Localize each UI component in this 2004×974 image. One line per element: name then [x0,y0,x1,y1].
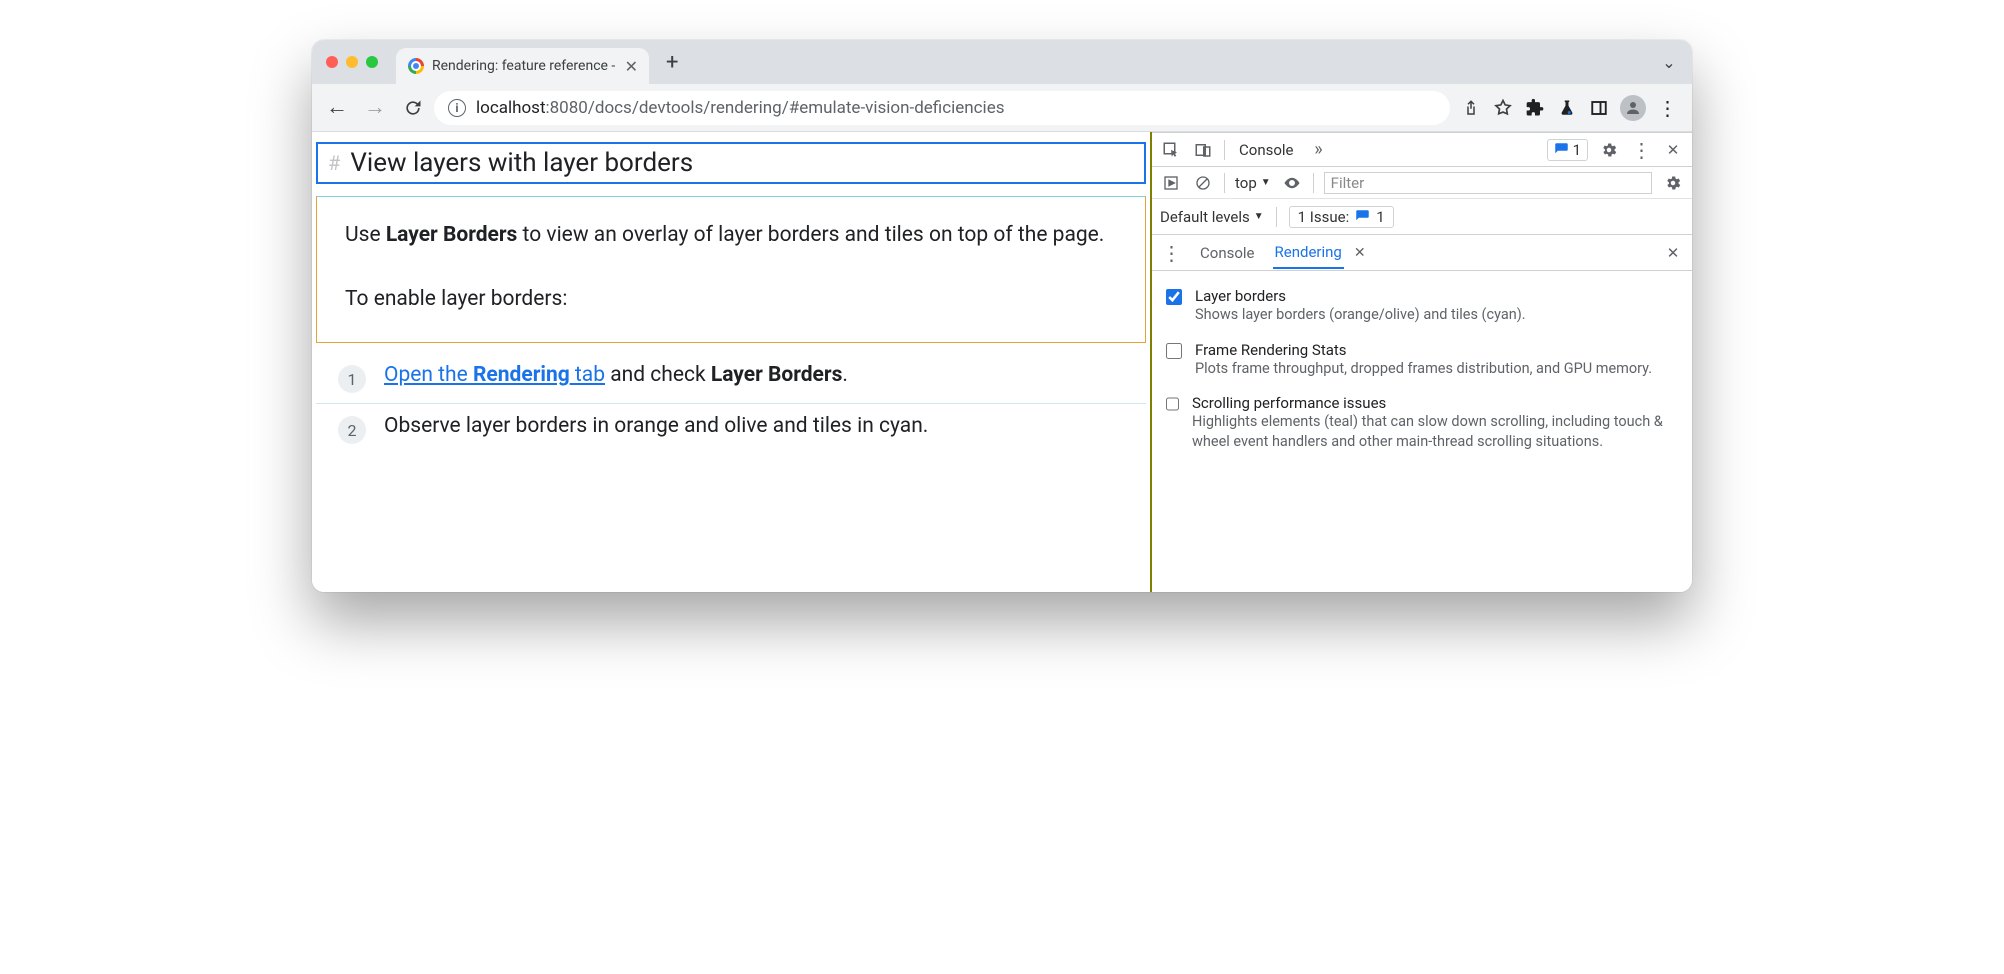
step-number: 1 [338,365,366,393]
option-scroll-perf: Scrolling performance issues Highlights … [1162,386,1682,459]
browser-tab[interactable]: Rendering: feature reference - ✕ [396,48,649,84]
checkbox-scroll-perf[interactable] [1166,396,1179,412]
log-levels-selector[interactable]: Default levels ▼ [1160,208,1264,226]
page-heading: # View layers with layer borders [316,142,1146,184]
devtools-menu-icon[interactable]: ⋮ [1630,139,1652,161]
heading-anchor-hash[interactable]: # [328,151,340,175]
devtools-close-icon[interactable]: ✕ [1662,139,1684,161]
drawer-tab-console[interactable]: Console [1198,238,1257,268]
toolbar-actions: ⋮ [1454,95,1684,121]
chrome-favicon-icon [408,58,424,74]
content-area: # View layers with layer borders Use Lay… [312,132,1692,592]
option-frame-stats: Frame Rendering Stats Plots frame throug… [1162,333,1682,387]
tab-strip: Rendering: feature reference - ✕ + ⌄ [312,40,1692,84]
step-number: 2 [338,416,366,444]
devtools-panel: Console » 1 ⋮ ✕ [1152,132,1692,592]
minimize-window-button[interactable] [346,56,358,68]
devtools-tab-console[interactable]: Console [1235,141,1298,159]
more-tabs-chevron-icon[interactable]: » [1308,139,1330,161]
forward-button[interactable]: → [358,91,392,125]
console-settings-gear-icon[interactable] [1662,172,1684,194]
omnibox[interactable]: i localhost:8080/docs/devtools/rendering… [434,91,1450,125]
ordered-steps: 1 Open the Rendering tab and check Layer… [316,353,1146,454]
issues-pill[interactable]: 1 Issue: 1 [1289,206,1394,228]
close-window-button[interactable] [326,56,338,68]
checkbox-frame-stats[interactable] [1166,343,1182,359]
window-controls [326,56,378,68]
drawer-tab-close-icon[interactable]: ✕ [1354,245,1366,261]
new-tab-button[interactable]: + [657,47,687,77]
extensions-puzzle-icon[interactable] [1524,97,1546,119]
rendering-tab-link[interactable]: Open the Rendering tab [384,363,605,387]
side-panel-icon[interactable] [1588,97,1610,119]
share-icon[interactable] [1460,97,1482,119]
browser-window: Rendering: feature reference - ✕ + ⌄ ← →… [312,40,1692,592]
console-filter-input[interactable]: Filter [1324,172,1652,194]
url-text: localhost:8080/docs/devtools/rendering/#… [476,98,1004,118]
console-filter-bar: top▼ Filter [1152,167,1692,199]
context-selector[interactable]: top▼ [1235,174,1271,192]
device-toolbar-icon[interactable] [1192,139,1214,161]
step-item: 1 Open the Rendering tab and check Layer… [316,353,1146,403]
execution-play-icon[interactable] [1160,172,1182,194]
back-button[interactable]: ← [320,91,354,125]
tab-title: Rendering: feature reference - [432,58,615,74]
toolbar: ← → i localhost:8080/docs/devtools/rende… [312,84,1692,132]
live-expression-eye-icon[interactable] [1281,172,1303,194]
issues-badge[interactable]: 1 [1547,139,1588,161]
inspect-element-icon[interactable] [1160,139,1182,161]
reload-button[interactable] [396,91,430,125]
step-item: 2 Observe layer borders in orange and ol… [316,403,1146,454]
option-layer-borders: Layer borders Shows layer borders (orang… [1162,279,1682,333]
drawer-close-icon[interactable]: ✕ [1662,242,1684,264]
profile-avatar[interactable] [1620,95,1646,121]
devtools-settings-gear-icon[interactable] [1598,139,1620,161]
chrome-menu-icon[interactable]: ⋮ [1656,97,1678,119]
maximize-window-button[interactable] [366,56,378,68]
tab-list-chevron-icon[interactable]: ⌄ [1654,47,1684,77]
bookmark-star-icon[interactable] [1492,97,1514,119]
console-levels-bar: Default levels ▼ 1 Issue: 1 [1152,199,1692,235]
paragraph-block: Use Layer Borders to view an overlay of … [316,196,1146,343]
close-tab-button[interactable]: ✕ [623,58,639,74]
labs-flask-icon[interactable] [1556,97,1578,119]
checkbox-layer-borders[interactable] [1166,289,1182,305]
site-info-icon[interactable]: i [448,99,466,117]
clear-console-icon[interactable] [1192,172,1214,194]
page-viewport: # View layers with layer borders Use Lay… [312,132,1152,592]
drawer-menu-icon[interactable]: ⋮ [1160,242,1182,264]
devtools-toolbar: Console » 1 ⋮ ✕ [1152,133,1692,167]
heading-text: View layers with layer borders [350,148,693,178]
drawer-tab-rendering[interactable]: Rendering [1273,237,1344,269]
drawer-tab-strip: ⋮ Console Rendering ✕ ✕ [1152,235,1692,271]
rendering-options: Layer borders Shows layer borders (orang… [1152,271,1692,469]
